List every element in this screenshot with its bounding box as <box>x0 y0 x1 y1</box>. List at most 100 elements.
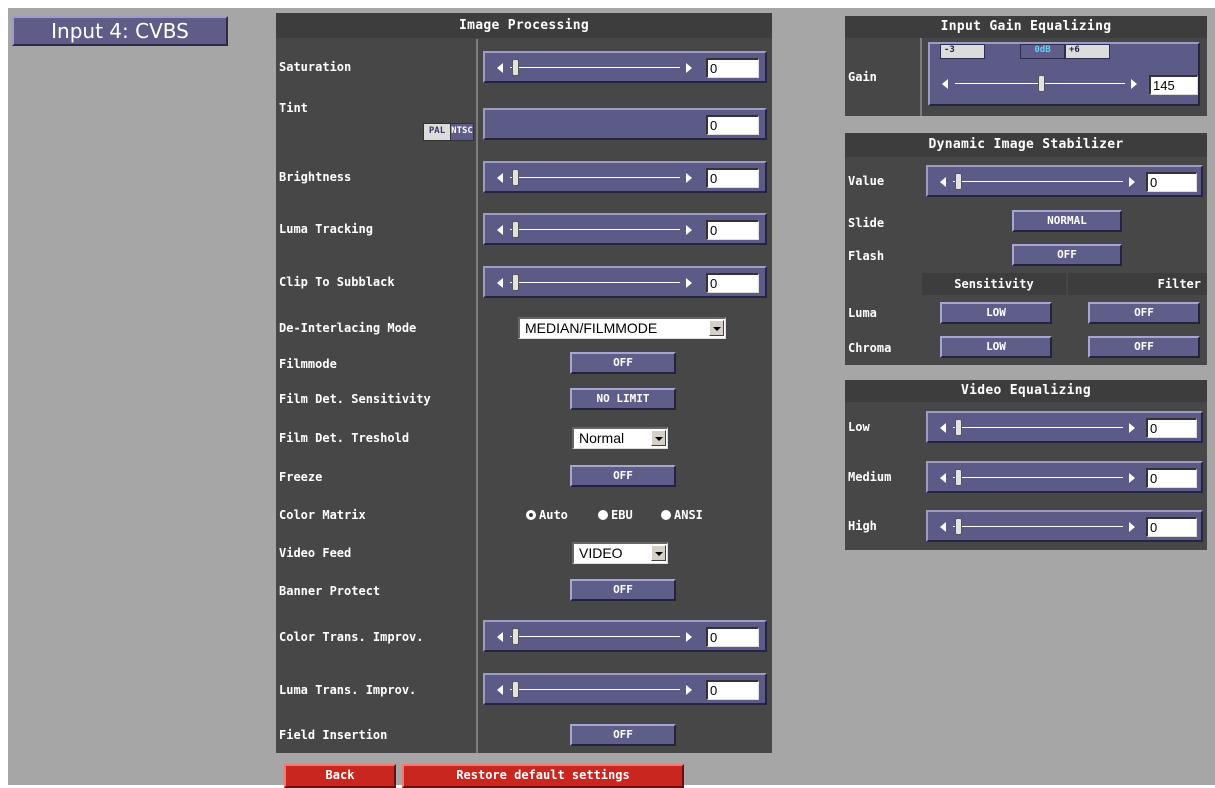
slider-left-arrow-icon[interactable] <box>497 278 503 288</box>
slider-thumb[interactable] <box>512 221 519 238</box>
brightness-cell <box>478 152 772 202</box>
column-divider <box>476 39 478 753</box>
radio-selected-icon <box>526 510 536 520</box>
slider-left-arrow-icon[interactable] <box>940 473 946 483</box>
high-value-input[interactable] <box>1146 517 1197 537</box>
film-det-treshold-label: Film Det. Treshold <box>279 431 410 445</box>
low-value-input[interactable] <box>1146 418 1197 438</box>
freeze-button[interactable]: OFF <box>570 465 676 487</box>
luma-tracking-cell <box>478 204 772 254</box>
film-det-treshold-select[interactable]: Normal <box>572 427 668 449</box>
slider-thumb[interactable] <box>512 628 519 645</box>
back-button[interactable]: Back <box>284 764 396 788</box>
slider-left-arrow-icon[interactable] <box>497 632 503 642</box>
color-matrix-ebu-radio[interactable]: EBU <box>598 508 633 522</box>
slider-left-arrow-icon[interactable] <box>940 423 946 433</box>
slider-right-arrow-icon[interactable] <box>686 63 692 73</box>
slider-right-arrow-icon[interactable] <box>1129 522 1135 532</box>
slider-right-arrow-icon[interactable] <box>1129 473 1135 483</box>
slider-thumb[interactable] <box>512 169 519 186</box>
dropdown-arrow-icon[interactable] <box>651 430 666 446</box>
slider-thumb[interactable] <box>512 274 519 291</box>
saturation-slider[interactable] <box>483 51 767 83</box>
slide-button[interactable]: NORMAL <box>1012 210 1122 232</box>
luma-tracking-slider[interactable] <box>483 213 767 245</box>
clip-to-subblack-slider[interactable] <box>483 266 767 298</box>
slider-right-arrow-icon[interactable] <box>686 225 692 235</box>
slider-left-arrow-icon[interactable] <box>497 173 503 183</box>
chroma-filter-button[interactable]: OFF <box>1088 336 1200 358</box>
luma-trans-slider[interactable] <box>483 673 767 705</box>
dropdown-arrow-icon[interactable] <box>651 545 666 561</box>
video-feed-select[interactable]: VIDEO <box>572 542 668 564</box>
dis-value-slider[interactable] <box>926 165 1203 197</box>
tint-slider[interactable] <box>483 108 767 140</box>
gain-value-input[interactable] <box>1149 75 1198 95</box>
deinterlacing-select[interactable]: MEDIAN/FILMMODE <box>518 317 726 339</box>
slider-thumb[interactable] <box>512 59 519 76</box>
low-label-cell: Low <box>845 402 920 452</box>
field-insertion-button[interactable]: OFF <box>570 724 676 746</box>
slider-thumb[interactable] <box>955 469 962 486</box>
flash-button[interactable]: OFF <box>1012 244 1122 266</box>
slide-label-cell: Slide <box>845 207 920 239</box>
filmmode-button[interactable]: OFF <box>570 352 676 374</box>
flash-label: Flash <box>848 249 885 263</box>
slider-right-arrow-icon[interactable] <box>1129 177 1135 187</box>
slider-thumb[interactable] <box>955 419 962 436</box>
clip-to-subblack-value-input[interactable] <box>706 273 759 293</box>
dis-value-input[interactable] <box>1146 172 1197 192</box>
slider-right-arrow-icon[interactable] <box>686 685 692 695</box>
gain-slider[interactable]: -3 0dB +6 <box>928 42 1200 106</box>
luma-sensitivity-button[interactable]: LOW <box>940 302 1052 324</box>
luma-trans-value-input[interactable] <box>706 680 759 700</box>
luma-filter-button[interactable]: OFF <box>1088 302 1200 324</box>
tint-value-input[interactable] <box>706 115 759 135</box>
slider-thumb[interactable] <box>512 681 519 698</box>
high-slider[interactable] <box>926 510 1203 542</box>
saturation-value-input[interactable] <box>706 58 759 78</box>
luma-tracking-value-input[interactable] <box>706 220 759 240</box>
slider-left-arrow-icon[interactable] <box>497 685 503 695</box>
slider-track <box>510 689 680 690</box>
film-det-sensitivity-button[interactable]: NO LIMIT <box>570 388 676 410</box>
brightness-value-input[interactable] <box>706 168 759 188</box>
slider-right-arrow-icon[interactable] <box>1129 423 1135 433</box>
chroma-sensitivity-cell: LOW <box>922 331 1066 365</box>
chroma-sensitivity-button[interactable]: LOW <box>940 336 1052 358</box>
pal-toggle[interactable]: PAL <box>423 123 451 141</box>
banner-protect-label: Banner Protect <box>279 584 381 598</box>
color-trans-value-input[interactable] <box>706 627 759 647</box>
dropdown-arrow-icon[interactable] <box>709 320 724 336</box>
high-label-cell: High <box>845 502 920 550</box>
medium-cell <box>922 454 1207 500</box>
filter-header-text: Filter <box>1157 277 1201 291</box>
slider-right-arrow-icon[interactable] <box>686 278 692 288</box>
slider-left-arrow-icon[interactable] <box>940 177 946 187</box>
saturation-label: Saturation <box>279 60 352 74</box>
color-matrix-ansi-radio[interactable]: ANSI <box>661 508 703 522</box>
color-matrix-auto-radio[interactable]: Auto <box>526 508 568 522</box>
slider-thumb[interactable] <box>955 518 962 535</box>
low-slider[interactable] <box>926 411 1203 443</box>
slider-right-arrow-icon[interactable] <box>686 173 692 183</box>
slider-left-arrow-icon[interactable] <box>497 225 503 235</box>
video-eq-title: Video Equalizing <box>845 380 1207 402</box>
slider-left-arrow-icon[interactable] <box>940 522 946 532</box>
brightness-slider[interactable] <box>483 161 767 193</box>
luma-sensitivity-cell: LOW <box>922 297 1066 329</box>
slider-right-arrow-icon[interactable] <box>1131 79 1137 89</box>
medium-slider[interactable] <box>926 461 1203 493</box>
slider-right-arrow-icon[interactable] <box>686 632 692 642</box>
luma-tracking-label: Luma Tracking <box>279 222 373 236</box>
medium-value-input[interactable] <box>1146 468 1197 488</box>
color-trans-slider[interactable] <box>483 620 767 652</box>
ntsc-toggle[interactable]: NTSC <box>450 123 474 141</box>
slider-left-arrow-icon[interactable] <box>497 63 503 73</box>
banner-protect-button[interactable]: OFF <box>570 579 676 601</box>
slider-thumb[interactable] <box>955 173 962 190</box>
film-det-sensitivity-cell: NO LIMIT <box>478 381 772 417</box>
restore-defaults-button[interactable]: Restore default settings <box>402 764 684 788</box>
slider-thumb[interactable] <box>1038 75 1045 92</box>
slider-left-arrow-icon[interactable] <box>942 79 948 89</box>
